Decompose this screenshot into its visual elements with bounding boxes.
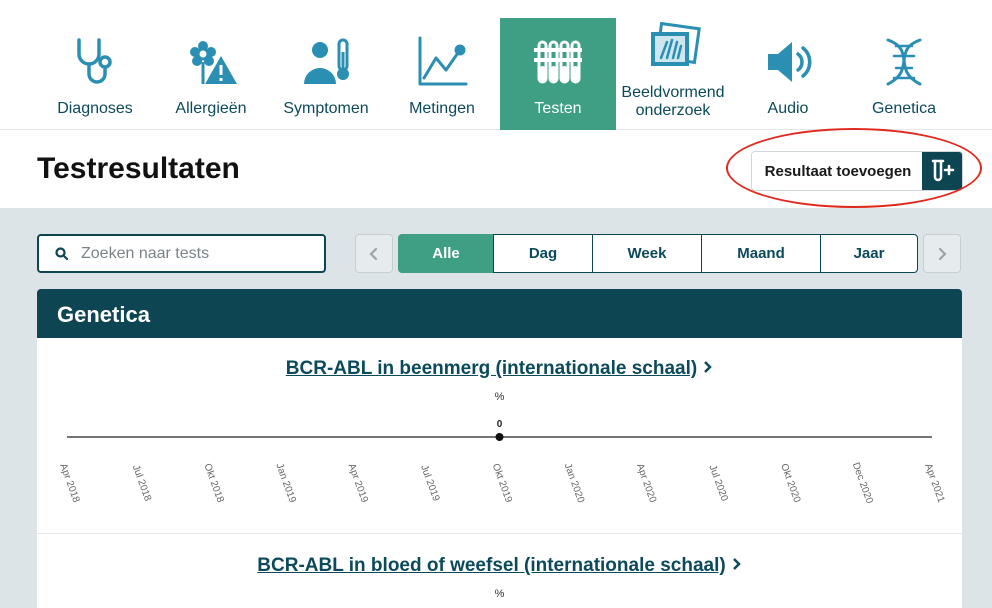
- nav-label: Audio: [767, 100, 809, 117]
- add-result-label: Resultaat toevoegen: [764, 162, 912, 180]
- chevron-right-icon: [938, 247, 947, 260]
- x-tick-label: Okt 2019: [490, 462, 514, 504]
- chart-title-text: BCR-ABL in bloed of weefsel (internation…: [257, 555, 726, 576]
- x-tick-label: Okt 2020: [778, 462, 802, 504]
- nav-item-genetics[interactable]: Genetica: [846, 18, 962, 130]
- search-input[interactable]: [81, 244, 301, 263]
- nav-label: Symptomen: [283, 100, 369, 117]
- chevron-left-icon: [369, 247, 378, 260]
- section-title: Genetica: [57, 302, 150, 327]
- data-label: 0: [497, 419, 503, 430]
- x-tick-label: Apr 2021: [922, 462, 946, 504]
- xray-images-icon: [615, 20, 731, 80]
- add-result-button[interactable]: Resultaat toevoegen: [751, 151, 963, 191]
- filter-month[interactable]: Maand: [701, 234, 821, 273]
- x-tick-label: Jul 2020: [706, 463, 729, 503]
- section-body: BCR-ABL in beenmerg (internationale scha…: [37, 338, 962, 608]
- x-tick-label: Dec 2020: [850, 461, 875, 505]
- top-navigation: Diagnoses Allergieën Symptomen Metingen …: [0, 0, 992, 130]
- x-tick-label: Jan 2020: [562, 462, 587, 505]
- data-point[interactable]: [495, 433, 504, 441]
- x-tick-label: Apr 2020: [634, 462, 658, 504]
- nav-label: Beeldvormend onderzoek: [621, 84, 725, 119]
- speaker-icon: [730, 32, 846, 92]
- patient-thermometer-icon: [268, 32, 384, 92]
- filter-year[interactable]: Jaar: [820, 234, 918, 273]
- previous-period-button[interactable]: [355, 234, 393, 273]
- search-icon: [55, 246, 69, 261]
- nav-item-tests[interactable]: Testen: [500, 18, 616, 130]
- x-tick-label: Jan 2019: [273, 462, 298, 505]
- allergy-flower-warning-icon: [153, 32, 269, 92]
- chart-unit: %: [494, 588, 505, 600]
- filter-week[interactable]: Week: [592, 234, 702, 273]
- nav-label: Allergieën: [175, 100, 247, 117]
- line-graph-icon: [384, 32, 500, 92]
- nav-item-diagnoses[interactable]: Diagnoses: [37, 18, 153, 130]
- page-title: Testresultaten: [37, 152, 240, 185]
- x-tick-label: Okt 2018: [201, 462, 225, 504]
- nav-item-audio[interactable]: Audio: [730, 18, 846, 130]
- chart-1: Apr 2018 Jul 2018 Okt 2018 Jan 2019 Apr 2019…: [57, 419, 946, 506]
- test-tubes-icon: [500, 32, 616, 92]
- filter-all[interactable]: Alle: [398, 234, 494, 273]
- x-tick-label: Jul 2019: [418, 463, 441, 503]
- filter-day[interactable]: Dag: [493, 234, 593, 273]
- nav-label: Diagnoses: [57, 100, 133, 117]
- nav-label: Genetica: [871, 100, 937, 117]
- nav-label: Testen: [534, 100, 582, 117]
- search-box[interactable]: [37, 234, 326, 273]
- x-tick-label: Apr 2018: [57, 462, 81, 504]
- chart-divider: [37, 533, 962, 534]
- section-header-genetics: Genetica: [37, 289, 962, 338]
- x-tick-label: Apr 2019: [346, 462, 370, 504]
- stethoscope-icon: [37, 32, 153, 92]
- nav-item-symptoms[interactable]: Symptomen: [268, 18, 384, 130]
- x-tick-label: Jul 2018: [130, 463, 153, 503]
- nav-item-allergies[interactable]: Allergieën: [153, 18, 269, 130]
- chevron-right-icon: [732, 555, 742, 577]
- dna-icon: [846, 32, 962, 92]
- nav-label: Metingen: [409, 100, 475, 117]
- chart-title-link[interactable]: BCR-ABL in bloed of weefsel (internation…: [37, 555, 962, 577]
- add-test-tube-icon: [922, 152, 962, 190]
- nav-item-measurements[interactable]: Metingen: [384, 18, 500, 130]
- next-period-button[interactable]: [923, 234, 961, 273]
- nav-item-imaging[interactable]: Beeldvormend onderzoek: [615, 18, 731, 130]
